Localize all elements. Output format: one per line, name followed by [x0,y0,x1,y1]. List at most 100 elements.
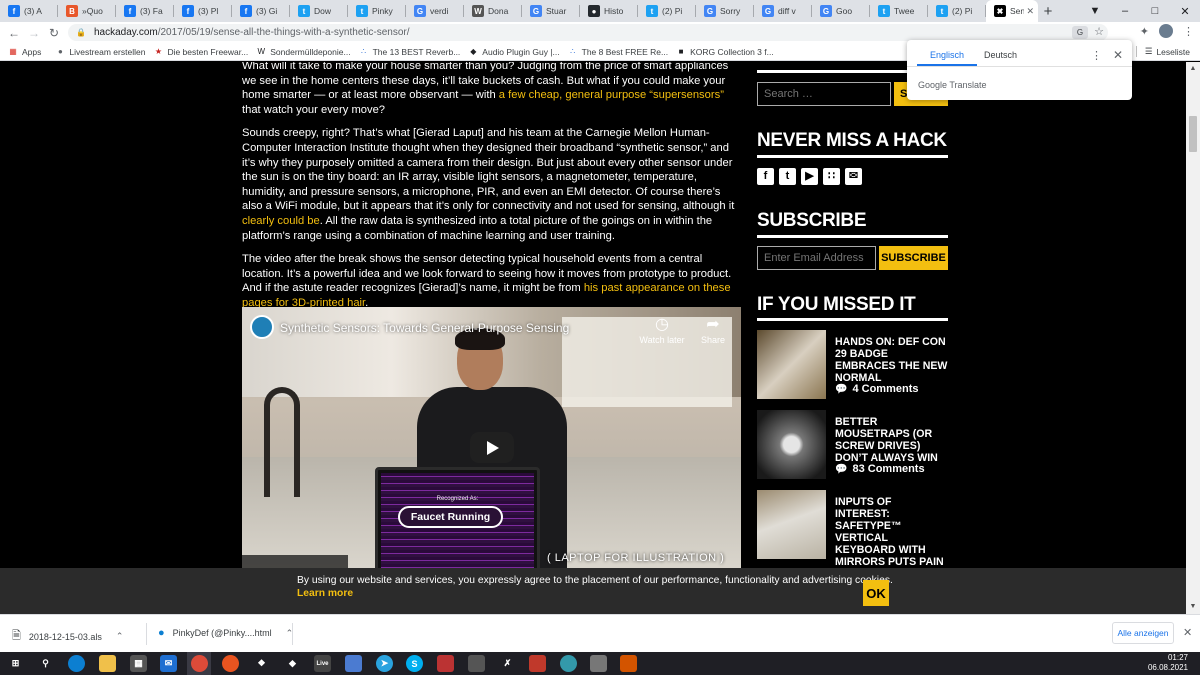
window-close-icon[interactable]: ✕ [1170,5,1200,18]
keyboard-thumbnail[interactable] [757,490,826,559]
windows-start-icon[interactable]: ⊞ [7,655,24,672]
maximize-icon[interactable]: □ [1140,5,1170,17]
new-tab-icon[interactable]: + [1038,3,1058,20]
missed-article-title[interactable]: BETTER MOUSETRAPS (OR SCREW DRIVES) DON’… [835,416,948,464]
bookmark-item[interactable]: ■ KORG Collection 3 f... [676,47,774,57]
skype-icon[interactable]: S [406,655,423,672]
defcon-badge-thumbnail[interactable] [757,330,826,399]
search-icon[interactable]: ⚲ [37,655,54,672]
twitter-icon[interactable]: t [779,168,796,185]
browser-tab[interactable]: f (3) Fa [116,0,174,22]
app-icon[interactable] [560,655,577,672]
system-clock[interactable]: 01:27 06.08.2021 [1148,653,1188,673]
bookmark-item[interactable]: ▦ Apps [8,47,41,57]
browser-tab[interactable]: f (3) Gi [232,0,290,22]
download-item[interactable]: 🗎 2018-12-15-03.als ⌃ [12,627,123,646]
close-tab-icon[interactable]: ✕ [1026,6,1034,17]
app-icon[interactable] [345,655,362,672]
app-icon[interactable]: ✗ [499,655,516,672]
bookmark-star-icon[interactable]: ☆ [1094,25,1104,38]
browser-tab[interactable]: B »Quo [58,0,116,22]
back-icon[interactable]: ← [4,26,24,40]
browser-tab[interactable]: f (3) Pl [174,0,232,22]
subscribe-button[interactable]: SUBSCRIBE [879,246,948,270]
translate-tab-english[interactable]: Englisch [930,50,964,60]
email-field[interactable] [757,246,876,270]
browser-tab[interactable]: t Pinky [348,0,406,22]
show-all-downloads-button[interactable]: Alle anzeigen [1112,622,1174,644]
watch-later-button[interactable]: ◷ Watch later [637,315,687,345]
keyboard-icon[interactable] [468,655,485,672]
ubuntu-icon[interactable] [222,655,239,672]
file-explorer-icon[interactable] [99,655,116,672]
ableton-live-icon[interactable]: Live [314,655,331,672]
browser-tab[interactable]: G Goo [812,0,870,22]
mail-icon[interactable]: ✉ [845,168,862,185]
tab-active[interactable]: ✖ Sens✕ [986,0,1038,22]
app-icon[interactable] [437,655,454,672]
clearly-could-be-link[interactable]: clearly could be [242,215,320,227]
missed-article[interactable]: HANDS ON: DEF CON 29 BADGE EMBRACES THE … [757,330,948,400]
lock-icon[interactable]: 🔒 [76,28,86,37]
translate-menu-icon[interactable]: ⋮ [1091,49,1102,62]
store-icon[interactable]: ▦ [130,655,147,672]
chrome-menu-icon[interactable]: ⋮ [1183,25,1194,38]
youtube-icon[interactable]: ▶ [801,168,818,185]
browser-tab[interactable]: G Stuar [522,0,580,22]
missed-article[interactable]: INPUTS OF INTEREST: SAFETYPE™ VERTICAL K… [757,490,948,580]
channel-logo-icon[interactable] [250,315,274,339]
mail-icon[interactable]: ✉ [160,655,177,672]
tab-search-icon[interactable]: ▼ [1080,5,1110,17]
extensions-icon[interactable]: ✦ [1140,25,1149,38]
browser-tab[interactable]: Gverdi [406,0,464,22]
browser-tab[interactable]: G Sorry [696,0,754,22]
share-button[interactable]: ➦ Share [688,315,738,345]
cookie-ok-button[interactable]: OK [863,580,889,606]
app-icon[interactable] [590,655,607,672]
bookmark-item[interactable]: ★ Die besten Freewar... [153,47,248,57]
chevron-up-icon[interactable]: ⌃ [116,631,124,642]
video-title[interactable]: Synthetic Sensors: Towards General-Purpo… [280,321,569,335]
youtube-video-embed[interactable]: Recognized As: Faucet Running Synthetic … [242,307,741,577]
forward-icon[interactable]: → [24,26,44,40]
chrome-icon[interactable] [191,655,208,672]
close-icon[interactable]: ✕ [1183,626,1192,639]
browser-tab[interactable]: t Dow [290,0,348,22]
browser-tab[interactable]: W Dona [464,0,522,22]
minimize-icon[interactable]: – [1110,5,1140,17]
comment-count[interactable]: 💬 4 Comments [835,383,918,395]
browser-tab[interactable]: t (2) Pi [928,0,986,22]
bookmark-item[interactable]: ◆ Audio Plugin Guy |... [468,47,559,57]
telegram-icon[interactable]: ➤ [376,655,393,672]
scroll-down-arrow-icon[interactable]: ▼ [1186,600,1200,614]
app-icon[interactable]: ❖ [253,655,270,672]
search-input[interactable] [757,82,891,106]
screw-thumbnail[interactable] [757,410,826,479]
bookmark-item[interactable]: ● Livestream erstellen [55,47,145,57]
scrollbar-thumb[interactable] [1189,116,1197,152]
download-item[interactable]: ● PinkyDef (@Pinky....html ⌃ [158,627,293,639]
translate-close-icon[interactable]: ✕ [1113,48,1123,62]
app-icon[interactable]: ◆ [284,655,301,672]
app-icon[interactable] [529,655,546,672]
translate-icon[interactable]: G [1072,26,1088,39]
browser-tab[interactable]: ● Histo [580,0,638,22]
profile-avatar[interactable] [1159,24,1173,38]
browser-tab[interactable]: t (2) Pi [638,0,696,22]
bookmark-item[interactable]: W Sondermülldeponie... [256,47,350,57]
supersensors-link[interactable]: a few cheap, general purpose “supersenso… [499,89,724,101]
browser-tab[interactable]: Gdiff v [754,0,812,22]
play-button-icon[interactable] [470,432,514,463]
rss-icon[interactable]: ∷ [823,168,840,185]
comment-count[interactable]: 💬 83 Comments [835,463,925,475]
facebook-icon[interactable]: f [757,168,774,185]
scroll-up-arrow-icon[interactable]: ▲ [1186,62,1200,76]
reading-list[interactable]: ☰ Leseliste [1135,46,1190,57]
bookmark-item[interactable]: ∴ The 8 Best FREE Re... [568,47,668,57]
missed-article[interactable]: BETTER MOUSETRAPS (OR SCREW DRIVES) DON’… [757,410,948,480]
page-scrollbar[interactable]: ▲ ▼ [1186,62,1200,614]
address-bar[interactable]: 🔒 hackaday.com/2017/05/19/sense-all-the-… [68,24,1108,41]
browser-tab[interactable]: f (3) A [0,0,58,22]
missed-article-title[interactable]: HANDS ON: DEF CON 29 BADGE EMBRACES THE … [835,336,948,384]
bookmark-item[interactable]: ∴ The 13 BEST Reverb... [359,47,460,57]
